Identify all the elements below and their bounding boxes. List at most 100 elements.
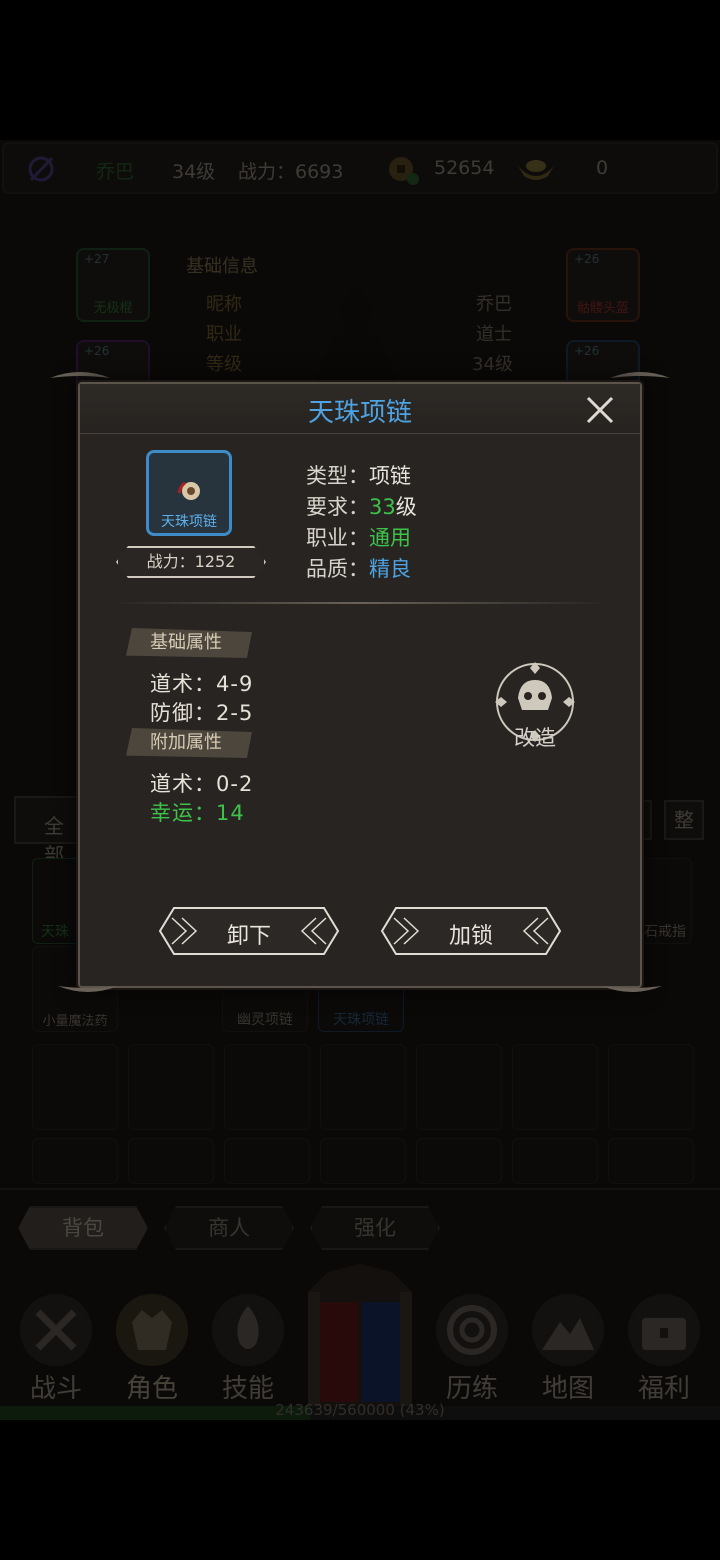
attr-row: 道术：4-9: [150, 668, 253, 698]
bag-slot-empty[interactable]: [32, 1138, 118, 1184]
item-detail-modal: 天珠项链 天珠项链 战力：1252 类型：项链 要求：33级 职业：通用 品质：…: [78, 382, 642, 988]
tab-bag[interactable]: 背包: [18, 1206, 148, 1250]
prop-label: 类型：: [306, 464, 369, 488]
bag-slot-empty[interactable]: [512, 1138, 598, 1184]
bag-slot-empty[interactable]: [608, 1138, 694, 1184]
bag-slot-empty[interactable]: [416, 1044, 502, 1130]
bag-item-name: 幽灵项链: [237, 1012, 293, 1028]
prop-requirement: 要求：33级: [306, 491, 417, 521]
info-label-nickname: 昵称: [206, 294, 242, 315]
close-icon[interactable]: [580, 390, 620, 430]
unequip-label: 卸下: [226, 924, 271, 949]
attr-label: 道术：: [150, 672, 216, 696]
gold-ingot-icon[interactable]: [516, 156, 556, 182]
character-silhouette: [316, 290, 396, 382]
coin-count: 52654: [434, 157, 495, 179]
coin-icon[interactable]: [386, 154, 420, 186]
nav-label: 角色: [125, 1374, 178, 1404]
attr-label: 道术：: [150, 772, 216, 796]
helmet-icon: [116, 1294, 188, 1366]
necklace-icon: [177, 481, 200, 500]
tab-merchant[interactable]: 商人: [164, 1206, 294, 1250]
equip-slot-weapon[interactable]: +27 无极棍: [76, 248, 150, 322]
attr-value: 14: [216, 801, 245, 825]
item-power-badge: 战力：1252: [116, 546, 266, 578]
center-gate-icon[interactable]: [298, 1262, 422, 1406]
bag-slot-empty[interactable]: [512, 1044, 598, 1130]
item-icon-frame: 天珠项链: [146, 450, 232, 536]
divider: [110, 602, 610, 604]
prop-value: 通用: [369, 526, 411, 550]
nav-trials[interactable]: 历练: [426, 1290, 518, 1406]
bag-slot-empty[interactable]: [608, 1044, 694, 1130]
bag-slot-empty[interactable]: [320, 1138, 406, 1184]
player-level: 34级: [172, 161, 216, 183]
attr-label: 幸运：: [150, 801, 216, 825]
item-icon-name: 天珠项链: [161, 514, 217, 530]
nav-character[interactable]: 角色: [106, 1290, 198, 1406]
attr-row-luck: 幸运：14: [150, 797, 245, 827]
lock-label: 加锁: [448, 924, 493, 949]
prop-job: 职业：通用: [306, 522, 411, 552]
attr-value: 0-2: [216, 772, 254, 796]
nav-label: 技能: [221, 1374, 274, 1404]
game-screen: 乔巴 34级 战力：6693 52654 0 +27 无极棍 +26 +26 骷…: [0, 0, 720, 1560]
unequip-button[interactable]: 卸下: [158, 906, 340, 956]
base-attributes-header: 基础属性: [126, 628, 252, 658]
player-power: 战力：6693: [238, 161, 344, 183]
bag-slot-empty[interactable]: [224, 1138, 310, 1184]
bag-item-name: 天珠项链: [333, 1012, 389, 1028]
nav-label: 历练: [445, 1374, 498, 1404]
basic-info-title: 基础信息: [186, 256, 258, 277]
nav-map[interactable]: 地图: [522, 1290, 614, 1406]
player-name: 乔巴: [96, 161, 135, 183]
modal-title: 天珠项链: [307, 398, 412, 428]
nav-label: 地图: [541, 1374, 594, 1404]
nav-battle[interactable]: 战斗: [10, 1290, 102, 1406]
info-label-level: 等级: [206, 354, 242, 375]
bag-item-name: 小量魔法药: [42, 1014, 108, 1029]
extra-attributes-header: 附加属性: [126, 728, 252, 758]
equip-slot-helmet[interactable]: +26 骷髅头盔: [566, 248, 640, 322]
prop-quality: 品质：精良: [306, 553, 411, 583]
bag-slot-empty[interactable]: [320, 1044, 406, 1130]
prop-label: 品质：: [306, 557, 369, 581]
top-status-bar: 乔巴 34级 战力：6693 52654 0: [2, 142, 718, 194]
bag-slot-empty[interactable]: [224, 1044, 310, 1130]
prop-label: 要求：: [306, 495, 369, 519]
slot-level: +26: [84, 344, 110, 358]
attr-label: 防御：: [150, 701, 216, 725]
modal-corner-ornament: [58, 986, 118, 992]
flame-icon: [212, 1294, 284, 1366]
prop-value-level: 33: [369, 495, 396, 519]
prop-value: 项链: [369, 464, 411, 488]
attr-row: 防御：2-5: [150, 697, 253, 727]
mountain-map-icon: [532, 1294, 604, 1366]
slot-level: +26: [574, 252, 600, 266]
info-value-nickname: 乔巴: [476, 294, 512, 315]
nav-skills[interactable]: 技能: [202, 1290, 294, 1406]
info-value-level: 34级: [472, 354, 513, 375]
attr-value: 2-5: [216, 701, 254, 725]
lock-button[interactable]: 加锁: [380, 906, 562, 956]
modify-label[interactable]: 改造: [490, 722, 580, 752]
bag-slot-empty[interactable]: [416, 1138, 502, 1184]
nav-rewards[interactable]: 福利: [618, 1290, 710, 1406]
xp-text: 243639/560000 (43%): [275, 1401, 445, 1419]
bag-slot-empty[interactable]: [32, 1044, 118, 1130]
nav-label: 福利: [637, 1374, 690, 1404]
slot-name: 无极棍: [93, 301, 133, 316]
attr-value: 4-9: [216, 672, 254, 696]
prop-type: 类型：项链: [306, 460, 411, 490]
modal-corner-ornament: [602, 986, 662, 992]
bag-slot-empty[interactable]: [128, 1044, 214, 1130]
vortex-icon: [436, 1294, 508, 1366]
prop-label: 职业：: [306, 526, 369, 550]
sort-button[interactable]: 整: [664, 800, 704, 840]
divider: [0, 1188, 720, 1190]
prop-value: 精良: [369, 557, 411, 581]
bag-slot-empty[interactable]: [128, 1138, 214, 1184]
crossed-swords-icon: [20, 1294, 92, 1366]
tab-enhance[interactable]: 强化: [310, 1206, 440, 1250]
treasure-chest-icon: [628, 1294, 700, 1366]
